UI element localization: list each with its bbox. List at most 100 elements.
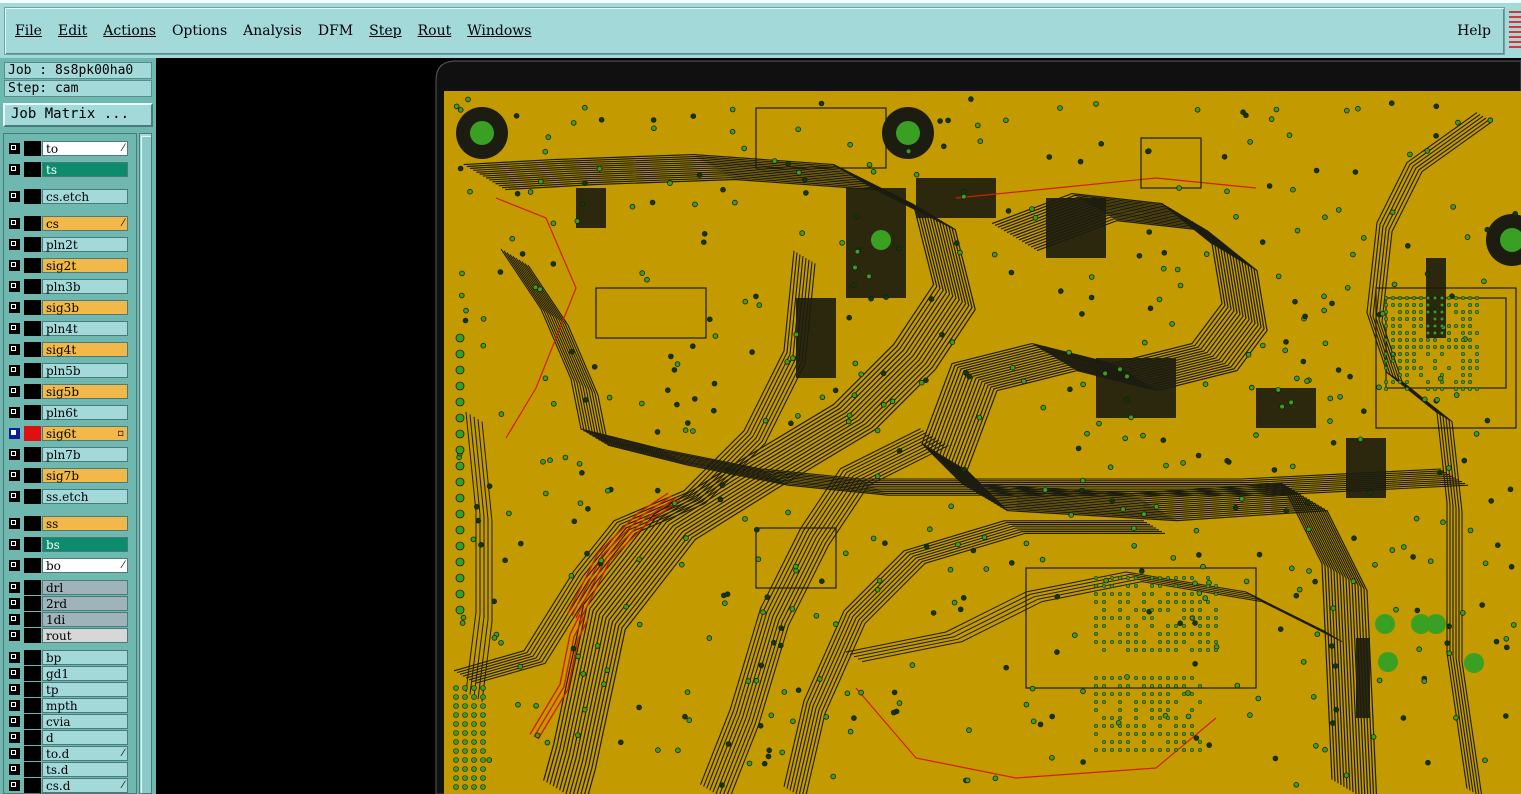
layer-name[interactable]: pln5b <box>42 363 128 378</box>
layer-row-bp[interactable]: bp <box>6 650 134 665</box>
layer-name[interactable]: sig5b <box>42 384 128 399</box>
layer-color-swatch[interactable] <box>24 300 41 315</box>
layer-checkbox[interactable] <box>9 764 20 775</box>
layer-color-swatch[interactable] <box>24 666 41 681</box>
layer-name[interactable]: mpth <box>42 698 128 713</box>
layer-color-swatch[interactable] <box>24 537 41 552</box>
layer-color-swatch[interactable] <box>24 321 41 336</box>
layer-checkbox[interactable] <box>9 560 20 571</box>
layer-name[interactable]: to.d ⁄ <box>42 746 128 761</box>
layer-row-cs-d[interactable]: cs.d ⁄ <box>6 778 134 793</box>
layer-row-to[interactable]: to ⁄ <box>6 141 134 156</box>
layer-checkbox[interactable] <box>9 218 20 229</box>
layer-row-sig4t[interactable]: sig4t <box>6 342 134 357</box>
layer-color-swatch[interactable] <box>24 650 41 665</box>
layer-color-swatch[interactable] <box>24 189 41 204</box>
layer-color-swatch[interactable] <box>24 682 41 697</box>
layer-row-mpth[interactable]: mpth <box>6 698 134 713</box>
layer-name[interactable]: sig2t <box>42 258 128 273</box>
layer-color-swatch[interactable] <box>24 628 41 643</box>
layer-row-cs[interactable]: cs ⁄ <box>6 216 134 231</box>
layer-checkbox[interactable] <box>9 716 20 727</box>
layer-checkbox[interactable] <box>9 386 20 397</box>
layer-row-to-d[interactable]: to.d ⁄ <box>6 746 134 761</box>
pcb-board-view[interactable] <box>156 58 1521 794</box>
layer-color-swatch[interactable] <box>24 746 41 761</box>
layer-name[interactable]: sig7b <box>42 468 128 483</box>
menu-options[interactable]: Options <box>172 23 227 39</box>
layer-row-cvia[interactable]: cvia <box>6 714 134 729</box>
layer-checkbox[interactable] <box>9 518 20 529</box>
layer-color-swatch[interactable] <box>24 342 41 357</box>
layer-name[interactable]: sig4t <box>42 342 128 357</box>
layer-row-sig3b[interactable]: sig3b <box>6 300 134 315</box>
layer-checkbox[interactable] <box>9 684 20 695</box>
layer-list[interactable]: to ⁄ ts cs.etch cs ⁄ pln2t sig2t pln3b sig3b pln4t… <box>3 133 137 794</box>
layer-checkbox[interactable] <box>9 491 20 502</box>
layer-color-swatch[interactable] <box>24 596 41 611</box>
layer-checkbox[interactable] <box>9 652 20 663</box>
layer-checkbox[interactable] <box>9 748 20 759</box>
layer-name[interactable]: bo ⁄ <box>42 558 128 573</box>
layer-color-swatch[interactable] <box>24 468 41 483</box>
layer-checkbox[interactable] <box>9 668 20 679</box>
layer-name[interactable]: to ⁄ <box>42 141 128 156</box>
layer-row-gd1[interactable]: gd1 <box>6 666 134 681</box>
layer-name[interactable]: cs.etch <box>42 189 128 204</box>
layer-checkbox[interactable] <box>9 780 20 791</box>
layer-name[interactable]: rout <box>42 628 128 643</box>
layer-color-swatch[interactable] <box>24 258 41 273</box>
layer-name[interactable]: pln3b <box>42 279 128 294</box>
layer-name[interactable]: bs <box>42 537 128 552</box>
layer-name[interactable]: cs ⁄ <box>42 216 128 231</box>
layer-name[interactable]: ss.etch <box>42 489 128 504</box>
layer-color-swatch[interactable] <box>24 447 41 462</box>
menu-actions[interactable]: Actions <box>103 23 156 39</box>
layer-row-ss-etch[interactable]: ss.etch <box>6 489 134 504</box>
menu-edit[interactable]: Edit <box>58 23 87 39</box>
layer-row-sig7b[interactable]: sig7b <box>6 468 134 483</box>
layer-name[interactable]: gd1 <box>42 666 128 681</box>
layer-checkbox[interactable] <box>9 143 20 154</box>
layer-row-pln7b[interactable]: pln7b <box>6 447 134 462</box>
layer-name[interactable]: 1di <box>42 612 128 627</box>
layer-name[interactable]: tp <box>42 682 128 697</box>
layer-checkbox[interactable] <box>9 614 20 625</box>
layer-row-ts[interactable]: ts <box>6 162 134 177</box>
menu-windows[interactable]: Windows <box>467 23 531 39</box>
layer-color-swatch[interactable] <box>24 580 41 595</box>
layer-name[interactable]: sig6t ▫ <box>42 426 128 441</box>
layer-checkbox[interactable] <box>9 539 20 550</box>
layer-row-d[interactable]: d <box>6 730 134 745</box>
layer-row-bo[interactable]: bo ⁄ <box>6 558 134 573</box>
layer-row-tp[interactable]: tp <box>6 682 134 697</box>
layer-color-swatch[interactable] <box>24 384 41 399</box>
layer-color-swatch[interactable] <box>24 216 41 231</box>
layer-checkbox[interactable] <box>9 281 20 292</box>
layer-row-rout[interactable]: rout <box>6 628 134 643</box>
layer-color-swatch[interactable] <box>24 778 41 793</box>
layer-row-drl[interactable]: drl <box>6 580 134 595</box>
layer-checkbox[interactable] <box>9 700 20 711</box>
menu-file[interactable]: File <box>15 23 42 39</box>
layer-color-swatch[interactable] <box>24 762 41 777</box>
layer-row-ss[interactable]: ss <box>6 516 134 531</box>
layer-checkbox[interactable] <box>9 732 20 743</box>
graphic-canvas[interactable] <box>156 58 1521 794</box>
layer-checkbox[interactable] <box>9 582 20 593</box>
layer-row-sig5b[interactable]: sig5b <box>6 384 134 399</box>
layer-row-sig2t[interactable]: sig2t <box>6 258 134 273</box>
layer-color-swatch[interactable] <box>24 698 41 713</box>
job-matrix-button[interactable]: Job Matrix ... <box>3 103 153 127</box>
layer-row-bs[interactable]: bs <box>6 537 134 552</box>
layer-name[interactable]: drl <box>42 580 128 595</box>
layer-name[interactable]: pln2t <box>42 237 128 252</box>
layer-list-scrollbar[interactable] <box>139 133 152 794</box>
layer-color-swatch[interactable] <box>24 405 41 420</box>
layer-row-pln5b[interactable]: pln5b <box>6 363 134 378</box>
layer-color-swatch[interactable] <box>24 730 41 745</box>
layer-name[interactable]: ss <box>42 516 128 531</box>
layer-row-cs-etch[interactable]: cs.etch <box>6 189 134 204</box>
layer-checkbox[interactable] <box>9 428 20 439</box>
layer-color-swatch[interactable] <box>24 714 41 729</box>
